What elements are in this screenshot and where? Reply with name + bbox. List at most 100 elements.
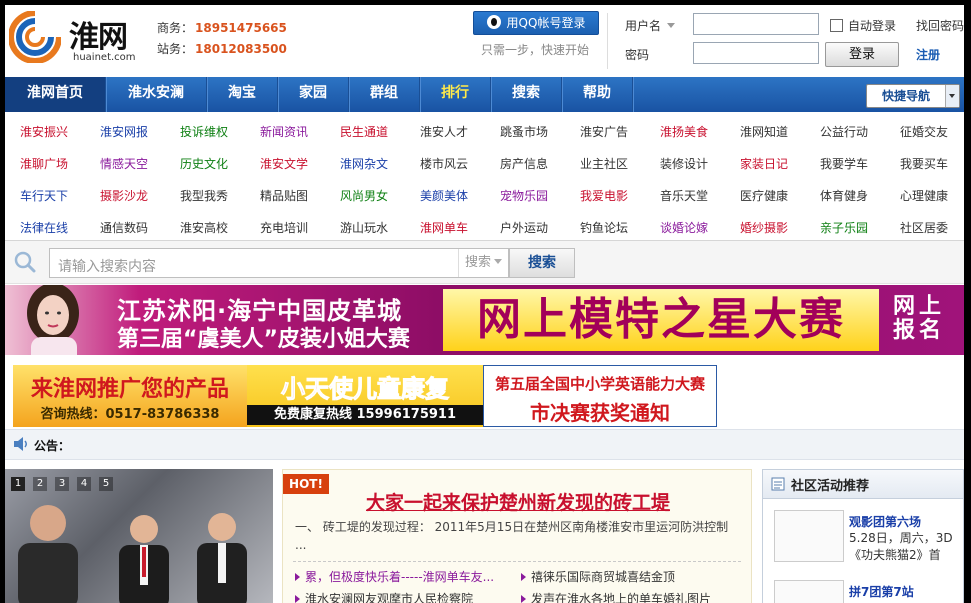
- ad-child-rehab-title: 小天使儿童康复: [281, 375, 450, 404]
- channel-link[interactable]: 淮安网报: [100, 116, 148, 148]
- channel-link[interactable]: 游山玩水: [340, 212, 388, 244]
- nav-item-ranking[interactable]: 排行: [420, 77, 491, 112]
- username-input[interactable]: [693, 13, 819, 35]
- channel-link[interactable]: 新闻资讯: [260, 116, 308, 148]
- activity-name[interactable]: 拼7团第7站: [849, 583, 914, 600]
- nav-item-help[interactable]: 帮助: [562, 77, 633, 112]
- activity-name[interactable]: 观影团第六场: [849, 513, 921, 530]
- channel-link[interactable]: 法律在线: [20, 212, 68, 244]
- channel-link[interactable]: 钓鱼论坛: [580, 212, 628, 244]
- search-type-select[interactable]: 搜索: [458, 249, 510, 277]
- channel-link[interactable]: 车行天下: [20, 180, 68, 212]
- search-button[interactable]: 搜索: [509, 248, 575, 278]
- contact-station-number: 18012083500: [195, 42, 287, 56]
- channel-link[interactable]: 宠物乐园: [500, 180, 548, 212]
- channel-link[interactable]: 历史文化: [180, 148, 228, 180]
- slider-page-button[interactable]: 1: [11, 477, 25, 491]
- news-list-item[interactable]: 淮水安澜网友观摩市人民检察院: [295, 590, 473, 603]
- forgot-password-link[interactable]: 找回密码: [916, 17, 964, 34]
- ad-child-rehab-hotline: 免费康复热线 15996175911: [247, 405, 483, 425]
- page: 淮网 huainet.com 商务： 18951475665 站务： 1801208…: [5, 5, 964, 603]
- channel-link[interactable]: 婚纱摄影: [740, 212, 788, 244]
- channel-link[interactable]: 投诉维权: [180, 116, 228, 148]
- channel-link[interactable]: 公益行动: [820, 116, 868, 148]
- channel-link[interactable]: 谈婚论嫁: [660, 212, 708, 244]
- headline-link[interactable]: 大家一起来保护楚州新发现的砖工堤: [283, 488, 751, 515]
- slider-person-2: [119, 515, 169, 603]
- channel-link[interactable]: 我型我秀: [180, 180, 228, 212]
- slider-page-button[interactable]: 3: [55, 477, 69, 491]
- channel-link[interactable]: 房产信息: [500, 148, 548, 180]
- model-photo: [27, 285, 79, 355]
- nav-item-home-space[interactable]: 家园: [278, 77, 349, 112]
- contact-station-label: 站务：: [157, 42, 194, 56]
- slider-page-button[interactable]: 5: [99, 477, 113, 491]
- search-field[interactable]: 请输入搜索内容 搜索: [49, 248, 509, 278]
- channel-link[interactable]: 精品贴图: [260, 180, 308, 212]
- channel-link[interactable]: 淮网杂文: [340, 148, 388, 180]
- channel-link[interactable]: 通信数码: [100, 212, 148, 244]
- channel-link[interactable]: 楼市风云: [420, 148, 468, 180]
- chevron-down-icon: [945, 85, 959, 107]
- ad-english-contest[interactable]: 第五届全国中小学英语能力大赛 市决赛获奖通知: [483, 365, 717, 427]
- channel-link[interactable]: 风尚男女: [340, 180, 388, 212]
- qq-login-button[interactable]: 用QQ帐号登录: [473, 11, 599, 35]
- slider-page-button[interactable]: 2: [33, 477, 47, 491]
- channel-link[interactable]: 装修设计: [660, 148, 708, 180]
- news-list-item[interactable]: 发声在淮水各地上的单车婚礼图片: [521, 590, 711, 603]
- channel-link[interactable]: 美颜美体: [420, 180, 468, 212]
- ad-child-rehab[interactable]: 小天使儿童康复 免费康复热线 15996175911: [247, 365, 483, 427]
- activity-thumbnail[interactable]: [774, 510, 844, 562]
- channel-link[interactable]: 情感天空: [100, 148, 148, 180]
- nav-item-taobao[interactable]: 淘宝: [207, 77, 278, 112]
- channel-link[interactable]: 淮安广告: [580, 116, 628, 148]
- channel-link[interactable]: 淮安振兴: [20, 116, 68, 148]
- slider-page-button[interactable]: 4: [77, 477, 91, 491]
- username-type-select[interactable]: 用户名: [625, 17, 676, 34]
- register-link[interactable]: 注册: [916, 46, 940, 63]
- ad-promote-product[interactable]: 来淮网推广您的产品 咨询热线：0517-83786338: [13, 365, 247, 427]
- channel-link[interactable]: 淮扬美食: [660, 116, 708, 148]
- channel-link[interactable]: 业主社区: [580, 148, 628, 180]
- nav-item-groups[interactable]: 群组: [349, 77, 420, 112]
- news-list-item[interactable]: 禧徕乐国际商贸城喜结金顶: [521, 568, 675, 585]
- quick-nav-dropdown[interactable]: 快捷导航: [866, 84, 960, 108]
- channel-link[interactable]: 征婚交友: [900, 116, 948, 148]
- channel-link[interactable]: 我爱电影: [580, 180, 628, 212]
- channel-link[interactable]: 体育健身: [820, 180, 868, 212]
- channel-link[interactable]: 摄影沙龙: [100, 180, 148, 212]
- news-divider: [293, 561, 741, 562]
- site-logo[interactable]: 淮网 huainet.com: [9, 8, 149, 68]
- leather-contest-banner[interactable]: 江苏沭阳·海宁中国皮革城 第三届“虞美人”皮装小姐大赛 网上模特之星大赛 网上 …: [5, 285, 964, 355]
- username-label: 用户名: [625, 19, 662, 33]
- activity-thumbnail[interactable]: [774, 580, 844, 603]
- password-input[interactable]: [693, 42, 819, 64]
- channel-link[interactable]: 我要买车: [900, 148, 948, 180]
- channel-link[interactable]: 亲子乐园: [820, 212, 868, 244]
- channel-link[interactable]: 淮聊广场: [20, 148, 68, 180]
- news-list-item[interactable]: 累，但极度快乐着-----淮网单车友...: [295, 568, 494, 585]
- photo-slider[interactable]: 12345: [5, 469, 273, 603]
- channel-link[interactable]: 淮网单车: [420, 212, 468, 244]
- search-input-placeholder[interactable]: 请输入搜索内容: [58, 256, 156, 276]
- channel-link[interactable]: 我要学车: [820, 148, 868, 180]
- login-button[interactable]: 登录: [825, 42, 899, 67]
- nav-item-home[interactable]: 淮网首页: [5, 77, 106, 112]
- channel-link[interactable]: 充电培训: [260, 212, 308, 244]
- channel-link[interactable]: 淮安人才: [420, 116, 468, 148]
- channel-link[interactable]: 户外运动: [500, 212, 548, 244]
- channel-link[interactable]: 家装日记: [740, 148, 788, 180]
- channel-link[interactable]: 淮网知道: [740, 116, 788, 148]
- channel-link[interactable]: 跳蚤市场: [500, 116, 548, 148]
- channel-link[interactable]: 医疗健康: [740, 180, 788, 212]
- auto-login-checkbox[interactable]: 自动登录: [830, 17, 896, 34]
- checkbox-box[interactable]: [830, 19, 843, 32]
- channel-link[interactable]: 社区居委: [900, 212, 948, 244]
- channel-link[interactable]: 淮安高校: [180, 212, 228, 244]
- nav-item-huaishui[interactable]: 淮水安澜: [106, 77, 207, 112]
- channel-link[interactable]: 民生通道: [340, 116, 388, 148]
- channel-link[interactable]: 心理健康: [900, 180, 948, 212]
- channel-link[interactable]: 音乐天堂: [660, 180, 708, 212]
- channel-link[interactable]: 淮安文学: [260, 148, 308, 180]
- nav-item-search[interactable]: 搜索: [491, 77, 562, 112]
